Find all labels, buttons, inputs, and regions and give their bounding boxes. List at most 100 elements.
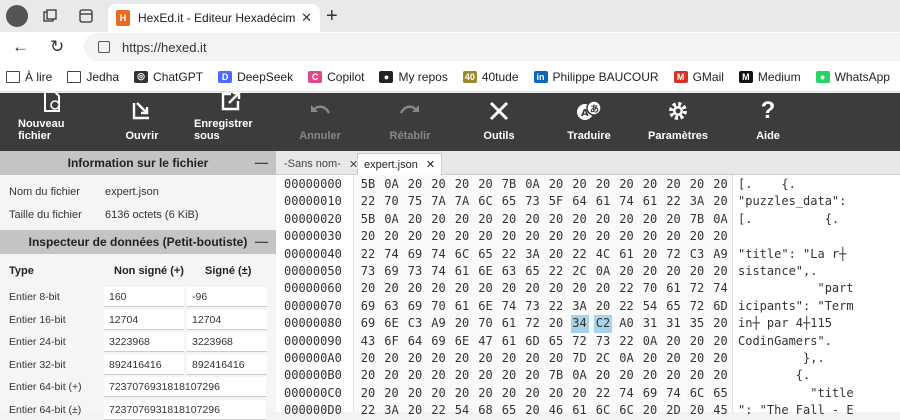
hex-byte-cell[interactable]: A9	[430, 315, 448, 332]
hex-byte-cell[interactable]: 5B	[359, 211, 377, 228]
hex-byte-cell[interactable]: 20	[406, 176, 424, 193]
hex-byte-cell[interactable]: 0A	[524, 176, 542, 193]
hex-byte-cell[interactable]: 20	[477, 350, 495, 367]
hex-byte-cell[interactable]: 45	[712, 402, 730, 419]
hex-byte-cell[interactable]: 54	[641, 298, 659, 315]
hex-byte-cell[interactable]: 20	[594, 367, 612, 384]
redo-button[interactable]: Rétablir	[390, 93, 430, 151]
hex-byte-cell[interactable]: 61	[453, 263, 471, 280]
hex-byte-cell[interactable]: 20	[383, 280, 401, 297]
hex-byte-cell[interactable]: 5B	[359, 176, 377, 193]
hex-byte-cell[interactable]: 20	[477, 367, 495, 384]
ascii-row[interactable]: "part	[738, 280, 853, 297]
inspector-signed-field[interactable]: 3223968	[187, 332, 267, 352]
hex-byte-cell[interactable]: 65	[665, 298, 683, 315]
hex-byte-cell[interactable]: 72	[571, 333, 589, 350]
hex-byte-cell[interactable]: 20	[406, 228, 424, 245]
hex-byte-cell[interactable]: 6E	[453, 333, 471, 350]
hex-byte-cell[interactable]: 47	[477, 333, 495, 350]
inspector-signed-field[interactable]: -96	[187, 287, 267, 307]
workspaces-icon[interactable]	[40, 6, 60, 26]
inspector-signed-field[interactable]: 12704	[187, 309, 267, 330]
browser-tab-hexed[interactable]: H HexEd.it - Editeur Hexadécimal en ✕	[108, 4, 320, 32]
hex-byte-cell[interactable]: 20	[430, 176, 448, 193]
tools-button[interactable]: Outils	[482, 93, 516, 151]
hex-byte-cell[interactable]: 22	[500, 246, 518, 263]
hex-byte-cell[interactable]: 20	[430, 211, 448, 228]
hex-byte-cell[interactable]: 20	[383, 367, 401, 384]
hex-byte-cell[interactable]: 20	[477, 385, 495, 402]
hex-byte-cell[interactable]: 20	[594, 298, 612, 315]
close-icon[interactable]: ✕	[426, 158, 435, 171]
hex-byte-cell[interactable]: 20	[547, 280, 565, 297]
ascii-column[interactable]: [. {. "puzzles_data": [. {. "title": "La r┼…	[738, 175, 900, 417]
hex-byte-cell[interactable]: 20	[406, 385, 424, 402]
hex-byte-cell[interactable]: 69	[359, 315, 377, 332]
tab-actions-icon[interactable]	[76, 6, 96, 26]
hex-byte-cell[interactable]: 69	[641, 385, 659, 402]
hex-byte-cell[interactable]: 20	[594, 176, 612, 193]
hex-byte-cell[interactable]: 20	[453, 176, 471, 193]
hex-byte-cell[interactable]: 31	[641, 315, 659, 332]
hex-byte-cell[interactable]: 20	[453, 350, 471, 367]
hex-byte-cell[interactable]: 20	[524, 280, 542, 297]
hex-byte-cell[interactable]: 6C	[594, 402, 612, 419]
doc-tab-untitled[interactable]: -Sans nom- ✕	[278, 153, 364, 175]
hex-byte-cell[interactable]: 35	[688, 315, 706, 332]
hex-byte-cell[interactable]: 20	[524, 402, 542, 419]
hex-byte-cell[interactable]: 20	[453, 315, 471, 332]
hex-byte-cell[interactable]: 6C	[688, 385, 706, 402]
hex-byte-cell[interactable]: 63	[383, 298, 401, 315]
hex-byte-cell[interactable]: 20	[712, 176, 730, 193]
hex-byte-cell[interactable]: 20	[688, 367, 706, 384]
hex-byte-cell[interactable]: 6D	[712, 298, 730, 315]
reload-icon[interactable]: ↻	[50, 37, 64, 57]
hex-byte-cell[interactable]: 7B	[500, 176, 518, 193]
hex-byte-cell[interactable]: 22	[571, 246, 589, 263]
ascii-row[interactable]: {.	[738, 367, 810, 384]
hex-byte-cell[interactable]: 20	[665, 211, 683, 228]
hex-byte-cell[interactable]: 20	[641, 246, 659, 263]
hex-byte-cell[interactable]: 6F	[383, 333, 401, 350]
hex-byte-cell[interactable]: 69	[406, 246, 424, 263]
hex-byte-cell[interactable]: 0A	[641, 333, 659, 350]
hex-byte-cell[interactable]: 73	[524, 193, 542, 210]
hex-byte-cell[interactable]: 7B	[547, 367, 565, 384]
ascii-row[interactable]: "title": "La r┼	[738, 246, 846, 263]
hex-byte-cell[interactable]: 0A	[383, 211, 401, 228]
hex-byte-cell[interactable]: 20	[547, 176, 565, 193]
hex-byte-cell[interactable]: 20	[477, 211, 495, 228]
hex-byte-cell[interactable]: 6E	[383, 315, 401, 332]
new-tab-plus-icon[interactable]: +	[326, 5, 338, 28]
hex-byte-cell[interactable]: 20	[712, 350, 730, 367]
hex-byte-cell[interactable]: 2D	[665, 402, 683, 419]
help-button[interactable]: ? Aide	[756, 93, 780, 151]
hex-byte-cell[interactable]: 20	[618, 367, 636, 384]
hex-byte-cell[interactable]: 20	[712, 193, 730, 210]
hex-byte-cell[interactable]: 20	[406, 280, 424, 297]
close-icon[interactable]: ✕	[301, 10, 312, 26]
hex-byte-cell[interactable]: 20	[712, 367, 730, 384]
hex-byte-cell[interactable]: 20	[500, 367, 518, 384]
undo-button[interactable]: Annuler	[299, 93, 341, 151]
hex-byte-cell[interactable]: 31	[665, 315, 683, 332]
hex-byte-cell[interactable]: 22	[359, 193, 377, 210]
hex-byte-cell[interactable]: 72	[688, 280, 706, 297]
new-file-button[interactable]: Nouveau fichier	[18, 90, 86, 151]
hex-byte-cell[interactable]: 20	[688, 350, 706, 367]
ascii-row[interactable]: [. {.	[738, 176, 796, 193]
hex-byte-cell[interactable]: A9	[712, 246, 730, 263]
hex-byte-cell[interactable]: 20	[524, 367, 542, 384]
hex-byte-cell[interactable]: 6C	[618, 402, 636, 419]
save-as-button[interactable]: Enregistrer sous	[194, 91, 268, 151]
hex-byte-cell[interactable]: 68	[477, 402, 495, 419]
hex-byte-cell[interactable]: 22	[547, 298, 565, 315]
hex-byte-cell[interactable]: 20	[359, 350, 377, 367]
hex-byte-cell[interactable]: 7D	[571, 350, 589, 367]
hex-byte-cell[interactable]: 20	[688, 402, 706, 419]
hex-byte-cell[interactable]: 69	[406, 298, 424, 315]
hex-byte-cell[interactable]: 20	[383, 228, 401, 245]
hex-byte-cell[interactable]: 20	[641, 367, 659, 384]
hex-byte-cell[interactable]: 20	[547, 315, 565, 332]
hex-byte-cell[interactable]: 22	[618, 280, 636, 297]
